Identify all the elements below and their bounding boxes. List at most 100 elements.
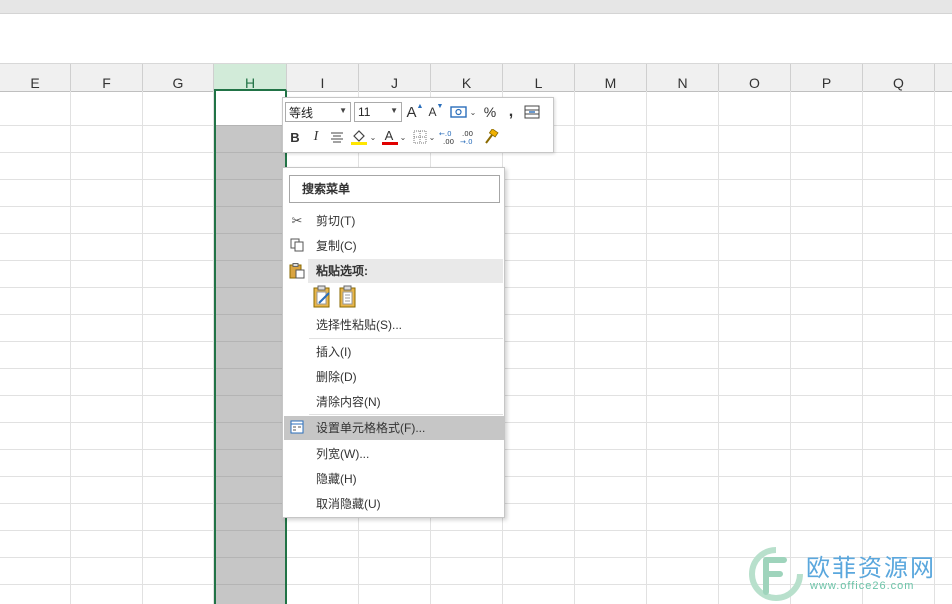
column-header-q[interactable]: Q (863, 64, 935, 91)
title-strip (0, 0, 952, 14)
menu-item-cut[interactable]: ✂ 剪切(T) (284, 209, 504, 233)
comma-icon: , (508, 103, 514, 120)
menu-separator (309, 338, 503, 339)
selected-column-row-line (216, 233, 285, 234)
context-menu: 搜索菜单 ✂ 剪切(T) 复制(C) 粘贴选项: 选择性粘贴(S)... 插入(… (282, 167, 505, 518)
grid-column-line (70, 91, 71, 604)
chevron-down-icon: ▼ (339, 106, 347, 115)
menu-item-label: 选择性粘贴(S)... (316, 318, 402, 332)
column-header-bar: EFGHIJKLMNOPQ (0, 63, 952, 92)
menu-item-column-width[interactable]: 列宽(W)... (284, 442, 504, 466)
paste-option-buttons (313, 285, 357, 309)
selected-column-row-line (216, 395, 285, 396)
copy-icon (289, 238, 305, 254)
italic-button[interactable]: I (306, 127, 326, 147)
column-header-e[interactable]: E (0, 64, 71, 91)
menu-item-delete[interactable]: 删除(D) (284, 365, 504, 389)
menu-item-copy[interactable]: 复制(C) (284, 234, 504, 258)
font-color-icon: A (384, 128, 394, 143)
selected-column-row-line (216, 476, 285, 477)
bold-button[interactable]: B (285, 127, 305, 147)
bold-icon: B (290, 129, 300, 145)
selected-column-row-line (216, 584, 285, 585)
paste-icon (289, 263, 305, 279)
selected-column-row-line (216, 341, 285, 342)
increase-decimal-button[interactable]: ←.0 .00 (439, 127, 459, 147)
column-header-m[interactable]: M (575, 64, 647, 91)
percent-button[interactable]: % (480, 102, 500, 122)
clipboard-icon (339, 285, 356, 308)
format-cells-icon (289, 420, 305, 436)
menu-item-format-cells[interactable]: 设置单元格格式(F)... (284, 416, 504, 440)
mini-toolbar: 等线 ▼ 11 ▼ A ▲ A ▼ ⌄ % , B I ⌄ A ⌄ ⌄ ←.0 … (282, 97, 554, 153)
grid-column-line (646, 91, 647, 604)
font-name-dropdown[interactable]: 等线 ▼ (285, 102, 351, 122)
selected-column-row-line (216, 125, 285, 126)
grid-column-line (574, 91, 575, 604)
menu-item-label: 删除(D) (316, 370, 357, 384)
column-header-g[interactable]: G (143, 64, 214, 91)
format-painter-icon (485, 129, 499, 144)
font-size-dropdown[interactable]: 11 ▼ (354, 102, 402, 122)
selected-column-row-line (216, 422, 285, 423)
menu-item-label: 隐藏(H) (316, 472, 357, 486)
menu-item-label: 取消隐藏(U) (316, 497, 381, 511)
watermark: 欧菲资源网 www.office26.com (748, 546, 948, 602)
watermark-text: 欧菲资源网 (806, 554, 936, 582)
selected-column-row-line (216, 152, 285, 153)
italic-icon: I (313, 129, 319, 144)
fill-color-button[interactable]: ⌄ (348, 127, 378, 147)
column-header-i[interactable]: I (287, 64, 359, 91)
selected-column-row-line (216, 557, 285, 558)
selected-column-row-line (216, 368, 285, 369)
watermark-logo-icon (749, 547, 803, 601)
column-header-o[interactable]: O (719, 64, 791, 91)
menu-item-label: 插入(I) (316, 345, 352, 359)
menu-search-input[interactable]: 搜索菜单 (289, 175, 500, 203)
paste-keep-formatting-button[interactable] (313, 285, 331, 308)
menu-item-label: 剪切(T) (316, 214, 356, 228)
currency-format-button[interactable]: ⌄ (447, 102, 479, 122)
active-cell[interactable] (216, 91, 285, 125)
align-center-button[interactable] (327, 127, 347, 147)
format-painter-button[interactable] (481, 127, 501, 147)
selected-column-row-line (216, 179, 285, 180)
grow-font-icon: A (406, 103, 417, 121)
selected-column-row-line (216, 449, 285, 450)
menu-separator (309, 414, 503, 415)
paste-values-button[interactable] (339, 285, 357, 308)
menu-item-insert[interactable]: 插入(I) (284, 340, 504, 364)
font-color-button[interactable]: A ⌄ (379, 127, 409, 147)
decrease-decimal-icon: .00 →.0 (460, 130, 473, 145)
paint-bucket-icon (350, 130, 367, 145)
column-header-f[interactable]: F (71, 64, 143, 91)
column-header-n[interactable]: N (647, 64, 719, 91)
decrease-decimal-button[interactable]: .00 →.0 (460, 127, 480, 147)
grid-column-line (934, 91, 935, 604)
watermark-url: www.office26.com (810, 580, 915, 592)
column-header-p[interactable]: P (791, 64, 863, 91)
menu-item-label: 清除内容(N) (316, 395, 381, 409)
column-header-l[interactable]: L (503, 64, 575, 91)
comma-style-button[interactable]: , (501, 102, 521, 122)
shrink-font-button[interactable]: A ▼ (426, 102, 446, 122)
grow-font-button[interactable]: A ▲ (405, 102, 425, 122)
selected-column-row-line (216, 314, 285, 315)
menu-item-hide[interactable]: 隐藏(H) (284, 467, 504, 491)
column-header-h[interactable]: H (214, 64, 287, 91)
column-header-k[interactable]: K (431, 64, 503, 91)
paste-brush-icon (313, 285, 330, 308)
chevron-down-icon: ▼ (390, 106, 398, 115)
chevron-down-icon: ⌄ (369, 132, 377, 142)
column-header-j[interactable]: J (359, 64, 431, 91)
selected-column-h[interactable] (214, 91, 287, 604)
merge-center-button[interactable] (522, 102, 542, 122)
svg-text:→.0: →.0 (460, 138, 473, 145)
menu-item-clear-contents[interactable]: 清除内容(N) (284, 390, 504, 414)
align-center-icon (331, 132, 343, 143)
menu-item-unhide[interactable]: 取消隐藏(U) (284, 492, 504, 516)
font-size-value: 11 (358, 105, 371, 119)
percent-icon: % (483, 104, 497, 120)
menu-item-paste-special[interactable]: 选择性粘贴(S)... (284, 313, 504, 337)
borders-button[interactable]: ⌄ (410, 127, 438, 147)
